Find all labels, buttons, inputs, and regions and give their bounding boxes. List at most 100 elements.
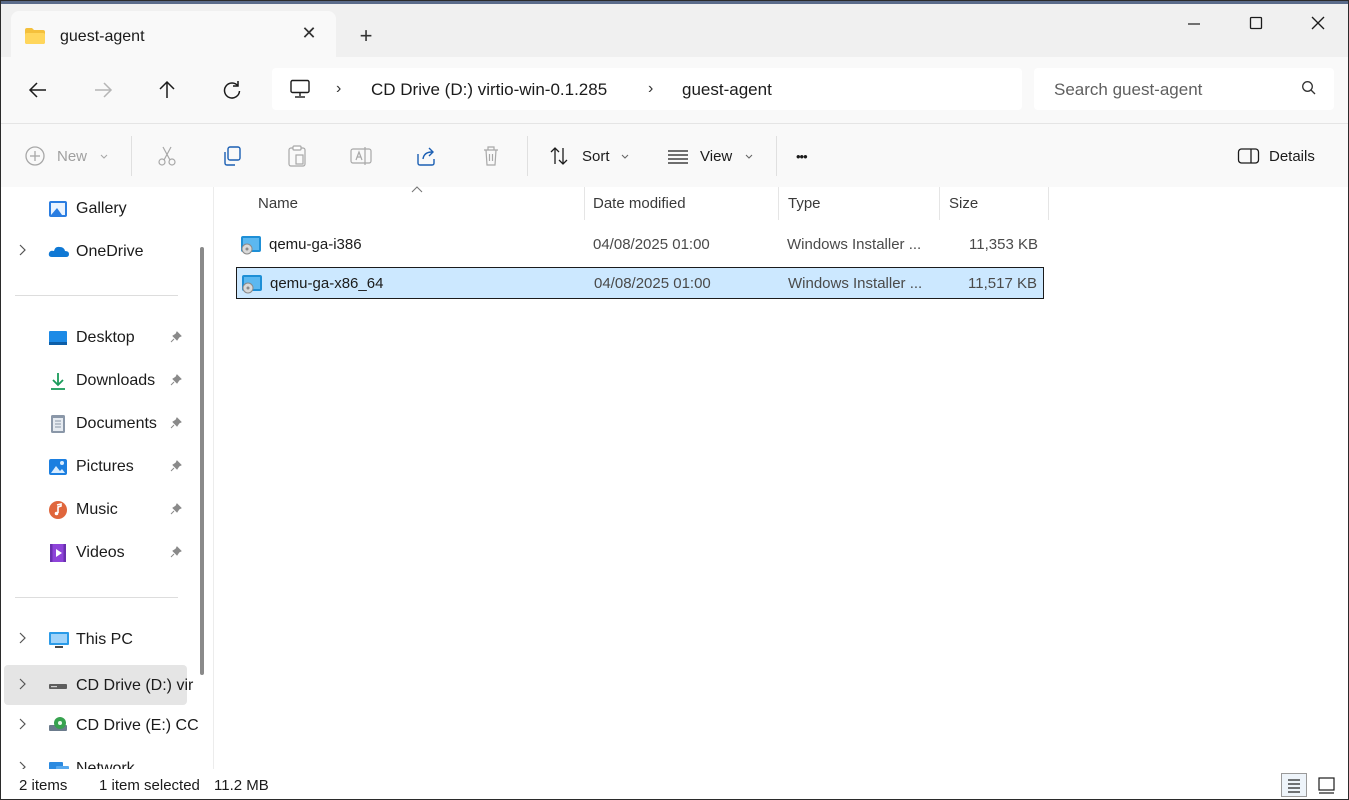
maximize-button[interactable] — [1233, 9, 1279, 39]
file-name: qemu-ga-i386 — [269, 236, 362, 253]
share-button[interactable] — [414, 144, 438, 170]
pin-icon[interactable] — [170, 459, 182, 477]
sidebar-item-cd-drive-d[interactable]: CD Drive (D:) vir — [4, 665, 193, 705]
documents-icon — [48, 414, 68, 434]
copy-button[interactable] — [220, 144, 244, 170]
sort-ascending-icon — [411, 183, 423, 197]
tab-title: guest-agent — [60, 28, 145, 45]
details-pane-icon — [1237, 148, 1260, 164]
new-tab-button[interactable]: + — [353, 23, 379, 49]
sidebar-item-label: Downloads — [76, 372, 156, 389]
share-icon — [417, 147, 435, 166]
chevron-down-icon — [621, 154, 629, 159]
command-bar: New Sort View ••• Details — [1, 123, 1348, 189]
window-top-border — [1, 1, 1348, 4]
breadcrumb-separator-icon[interactable]: › — [336, 80, 341, 98]
pin-icon[interactable] — [170, 330, 182, 348]
file-row[interactable]: qemu-ga-i386 04/08/2025 01:00 Windows In… — [236, 229, 1044, 261]
chevron-right-icon[interactable] — [18, 718, 26, 733]
up-button[interactable] — [152, 75, 182, 105]
sort-button[interactable]: Sort — [547, 144, 637, 170]
paste-icon — [288, 145, 306, 167]
sidebar-item-cd-drive-e[interactable]: CD Drive (E:) CC — [4, 708, 199, 742]
pictures-icon — [48, 457, 68, 477]
column-header-type[interactable]: Type — [788, 195, 821, 212]
tab-close-icon[interactable]: ✕ — [298, 22, 320, 44]
details-label: Details — [1269, 148, 1315, 165]
delete-button[interactable] — [479, 144, 503, 170]
cut-button[interactable] — [155, 144, 179, 170]
breadcrumb-separator-icon[interactable]: › — [648, 80, 653, 98]
desktop-icon — [48, 328, 68, 348]
close-window-button[interactable] — [1295, 9, 1341, 39]
pin-icon[interactable] — [170, 502, 182, 520]
chevron-right-icon[interactable] — [18, 678, 26, 693]
sidebar-scrollbar[interactable] — [200, 247, 204, 675]
chevron-right-icon[interactable] — [18, 244, 26, 259]
chevron-right-icon[interactable] — [18, 761, 26, 769]
sort-icon — [550, 147, 568, 165]
pin-icon[interactable] — [170, 416, 182, 434]
minimize-button[interactable] — [1171, 9, 1217, 39]
file-date-modified: 04/08/2025 01:00 — [593, 236, 710, 253]
pin-icon[interactable] — [170, 373, 182, 391]
breadcrumb-cd-drive[interactable]: CD Drive (D:) virtio-win-0.1.285 — [371, 80, 607, 100]
pin-icon[interactable] — [170, 545, 182, 563]
sidebar-item-label: Pictures — [76, 458, 134, 475]
chevron-right-icon[interactable] — [18, 632, 26, 647]
column-header-date-modified[interactable]: Date modified — [593, 195, 686, 212]
status-bar: 2 items 1 item selected 11.2 MB — [1, 769, 1348, 799]
trash-icon — [484, 146, 498, 166]
rename-button[interactable] — [349, 144, 373, 170]
search-box[interactable]: Search guest-agent — [1034, 68, 1334, 110]
column-header-size[interactable]: Size — [949, 195, 978, 212]
sidebar-item-videos[interactable]: Videos — [4, 535, 187, 569]
chevron-down-icon — [100, 154, 108, 159]
tab-guest-agent[interactable]: guest-agent ✕ — [11, 11, 336, 58]
sidebar-divider — [15, 597, 178, 598]
sidebar-item-pictures[interactable]: Pictures — [4, 449, 187, 483]
column-divider[interactable] — [584, 187, 585, 220]
file-type: Windows Installer ... — [788, 275, 923, 292]
details-view-button[interactable] — [1281, 773, 1307, 797]
file-explorer-window: guest-agent ✕ + › CD Drive (D:) virtio-w… — [0, 0, 1349, 800]
column-divider[interactable] — [1048, 187, 1049, 220]
column-divider[interactable] — [778, 187, 779, 220]
tiles-view-button[interactable] — [1314, 773, 1340, 797]
address-bar[interactable]: › CD Drive (D:) virtio-win-0.1.285 › gue… — [272, 68, 1022, 110]
refresh-button[interactable] — [217, 75, 247, 105]
details-pane-button[interactable]: Details — [1237, 144, 1327, 170]
cd-drive-icon — [48, 716, 68, 736]
paste-button[interactable] — [285, 144, 309, 170]
view-button[interactable]: View — [666, 144, 758, 170]
sidebar-item-onedrive[interactable]: OneDrive — [4, 234, 187, 268]
toolbar-divider — [776, 136, 777, 176]
videos-icon — [48, 543, 68, 563]
windows-installer-icon — [241, 274, 263, 299]
downloads-icon — [48, 371, 68, 391]
back-button[interactable] — [23, 75, 53, 105]
sidebar-item-network[interactable]: Network — [4, 751, 187, 769]
music-icon — [48, 500, 68, 520]
search-input[interactable]: Search guest-agent — [1054, 80, 1202, 100]
new-label: New — [57, 148, 88, 165]
sidebar-item-this-pc[interactable]: This PC — [4, 622, 187, 656]
more-options-button[interactable]: ••• — [796, 144, 826, 170]
column-header-name[interactable]: Name — [258, 195, 298, 212]
more-icon: ••• — [796, 149, 808, 164]
breadcrumb-guest-agent[interactable]: guest-agent — [682, 80, 772, 100]
column-divider[interactable] — [939, 187, 940, 220]
file-row-selected[interactable]: qemu-ga-x86_64 04/08/2025 01:00 Windows … — [236, 267, 1044, 299]
navigation-pane: Gallery OneDrive Desktop Downloads Docum… — [1, 187, 213, 769]
sidebar-item-music[interactable]: Music — [4, 492, 187, 526]
sidebar-item-documents[interactable]: Documents — [4, 406, 187, 440]
sidebar-item-gallery[interactable]: Gallery — [4, 191, 187, 225]
cut-icon — [158, 146, 176, 166]
sidebar-item-label: Desktop — [76, 329, 135, 346]
forward-button[interactable] — [88, 75, 118, 105]
sidebar-item-downloads[interactable]: Downloads — [4, 363, 187, 397]
new-button[interactable]: New — [23, 144, 113, 170]
windows-installer-icon — [240, 235, 262, 260]
sidebar-item-desktop[interactable]: Desktop — [4, 320, 187, 354]
sidebar-item-label: This PC — [76, 631, 133, 648]
